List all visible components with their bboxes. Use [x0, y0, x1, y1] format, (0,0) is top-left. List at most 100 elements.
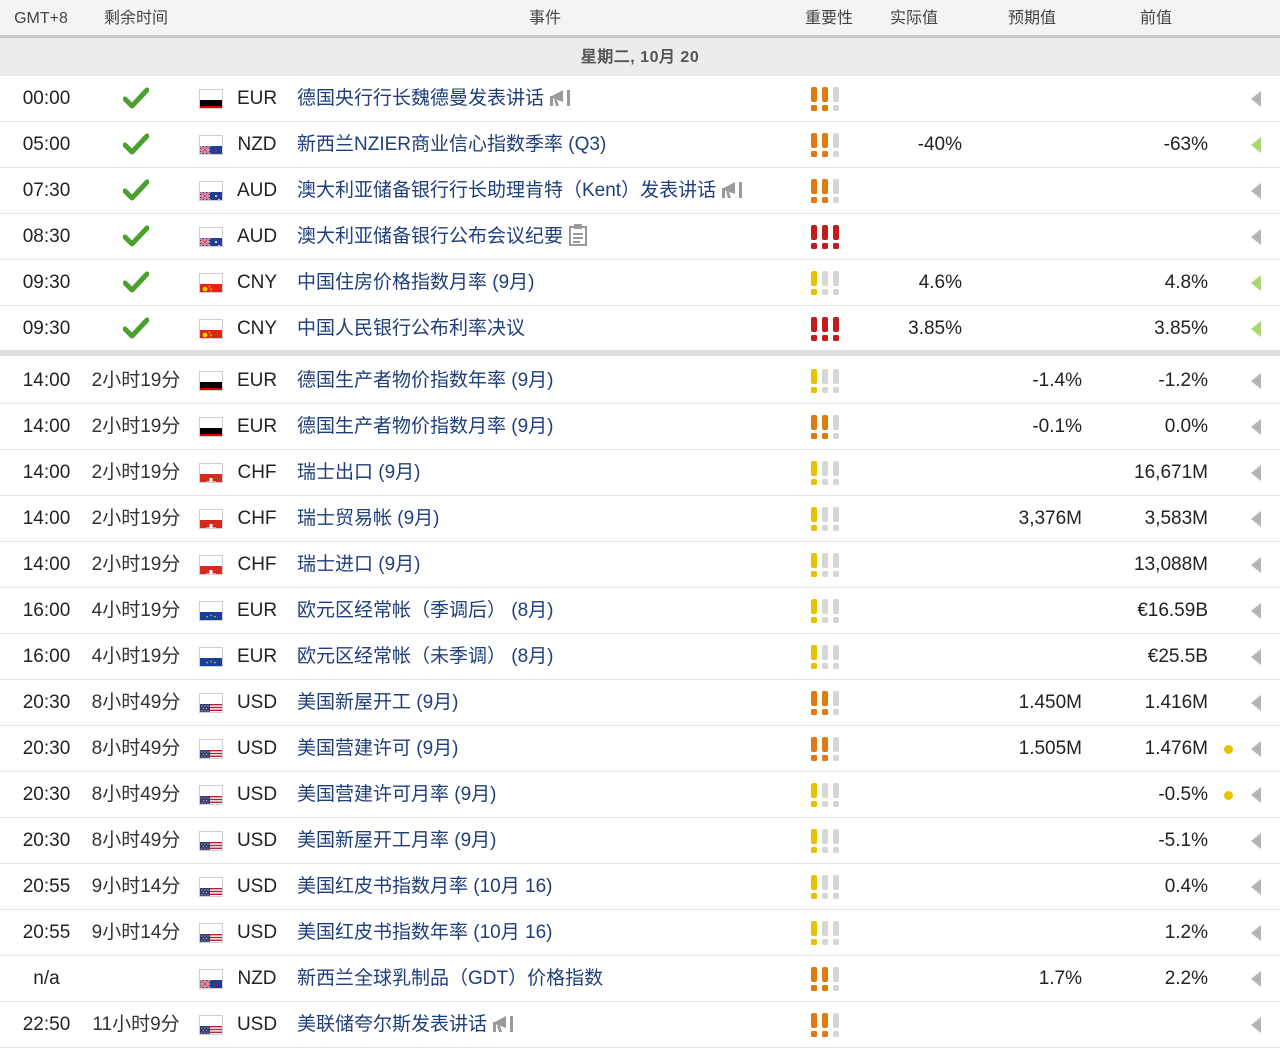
expand-arrow-icon[interactable]	[1250, 404, 1266, 450]
event-title[interactable]: 德国央行行长魏德曼发表讲话	[297, 88, 544, 109]
event-title[interactable]: 新西兰全球乳制品（GDT）价格指数	[297, 968, 603, 989]
event-title[interactable]: 新西兰NZIER商业信心指数季率 (Q3)	[297, 134, 606, 155]
event-name[interactable]: 德国生产者物价指数年率 (9月)	[297, 358, 797, 404]
event-title[interactable]: 瑞士贸易帐 (9月)	[297, 508, 440, 529]
expand-arrow-icon[interactable]	[1250, 168, 1266, 214]
event-title[interactable]: 澳大利亚储备银行行长助理肯特（Kent）发表讲话	[297, 180, 716, 201]
time-remaining: 2小时19分	[91, 416, 181, 437]
header-timezone[interactable]: GMT+8	[0, 0, 82, 38]
table-row[interactable]: n/a NZD 新西兰全球乳制品（GDT）价格指数 1.7% 2.2%	[0, 956, 1280, 1002]
event-name[interactable]: 澳大利亚储备银行公布会议纪要	[297, 214, 797, 260]
event-name[interactable]: 美国红皮书指数年率 (10月 16)	[297, 910, 797, 956]
event-name[interactable]: 德国生产者物价指数月率 (9月)	[297, 404, 797, 450]
previous-value: 2.2%	[1164, 968, 1208, 989]
event-title[interactable]: 美国红皮书指数年率 (10月 16)	[297, 922, 552, 943]
expand-arrow-icon[interactable]	[1250, 306, 1266, 352]
event-name[interactable]: 德国央行行长魏德曼发表讲话	[297, 76, 797, 122]
event-name[interactable]: 美国新屋开工月率 (9月)	[297, 818, 797, 864]
table-row[interactable]: 14:00 2小时19分 CHF 瑞士出口 (9月) 16,671M	[0, 450, 1280, 496]
expand-arrow-icon[interactable]	[1250, 260, 1266, 306]
event-title[interactable]: 欧元区经常帐（未季调） (8月)	[297, 646, 554, 667]
table-row[interactable]: 14:00 2小时19分 CHF 瑞士贸易帐 (9月) 3,376M 3,583M	[0, 496, 1280, 542]
event-name[interactable]: 欧元区经常帐（季调后） (8月)	[297, 588, 797, 634]
table-row[interactable]: 14:00 2小时19分 EUR 德国生产者物价指数年率 (9月) -1.4% -1.2%	[0, 358, 1280, 404]
currency-code: EUR	[236, 600, 278, 621]
previous-value: -0.5%	[1158, 784, 1208, 805]
event-title[interactable]: 瑞士进口 (9月)	[297, 554, 421, 575]
expand-arrow-icon[interactable]	[1250, 122, 1266, 168]
event-title[interactable]: 中国人民银行公布利率决议	[297, 318, 525, 339]
event-name[interactable]: 新西兰NZIER商业信心指数季率 (Q3)	[297, 122, 797, 168]
flag-ch-icon	[200, 542, 222, 588]
event-title[interactable]: 美国营建许可 (9月)	[297, 738, 459, 759]
expand-arrow-icon[interactable]	[1250, 214, 1266, 260]
expand-arrow-icon[interactable]	[1250, 358, 1266, 404]
event-name[interactable]: 美国营建许可 (9月)	[297, 726, 797, 772]
table-row[interactable]: 08:30 AUD 澳大利亚储备银行公布会议纪要	[0, 214, 1280, 260]
expand-arrow-icon[interactable]	[1250, 634, 1266, 680]
table-row[interactable]: 14:00 2小时19分 CHF 瑞士进口 (9月) 13,088M	[0, 542, 1280, 588]
event-title[interactable]: 美国新屋开工 (9月)	[297, 692, 459, 713]
expand-arrow-icon[interactable]	[1250, 680, 1266, 726]
event-name[interactable]: 澳大利亚储备银行行长助理肯特（Kent）发表讲话	[297, 168, 797, 214]
table-row[interactable]: 16:00 4小时19分 EUR 欧元区经常帐（未季调） (8月) €25.5B	[0, 634, 1280, 680]
currency-code: CHF	[237, 462, 277, 483]
event-name[interactable]: 美国红皮书指数月率 (10月 16)	[297, 864, 797, 910]
table-row[interactable]: 20:30 8小时49分 USD 美国营建许可 (9月) 1.505M 1.476M	[0, 726, 1280, 772]
table-row[interactable]: 22:50 11小时9分 USD 美联储夸尔斯发表讲话	[0, 1002, 1280, 1048]
expand-arrow-icon[interactable]	[1250, 588, 1266, 634]
table-row[interactable]: 09:30 CNY 中国住房价格指数月率 (9月) 4.6% 4.8%	[0, 260, 1280, 306]
previous-value	[1086, 214, 1208, 260]
event-name[interactable]: 美国营建许可月率 (9月)	[297, 772, 797, 818]
event-title[interactable]: 美国红皮书指数月率 (10月 16)	[297, 876, 552, 897]
table-row[interactable]: 20:30 8小时49分 USD 美国新屋开工 (9月) 1.450M 1.416M	[0, 680, 1280, 726]
event-title[interactable]: 美国营建许可月率 (9月)	[297, 784, 497, 805]
expand-arrow-icon[interactable]	[1250, 772, 1266, 818]
table-row[interactable]: 20:30 8小时49分 USD 美国营建许可月率 (9月) -0.5%	[0, 772, 1280, 818]
checkmark-icon	[118, 122, 154, 168]
time-remaining: 9小时14分	[91, 922, 181, 943]
event-title[interactable]: 瑞士出口 (9月)	[297, 462, 421, 483]
table-row[interactable]: 09:30 CNY 中国人民银行公布利率决议 3.85% 3.85%	[0, 306, 1280, 352]
event-time: 20:30	[22, 830, 71, 851]
expand-arrow-icon[interactable]	[1250, 864, 1266, 910]
forecast-value: 1.7%	[1038, 968, 1082, 989]
table-row[interactable]: 16:00 4小时19分 EUR 欧元区经常帐（季调后） (8月) €16.59B	[0, 588, 1280, 634]
event-name[interactable]: 美国新屋开工 (9月)	[297, 680, 797, 726]
currency-code: USD	[236, 784, 278, 805]
event-title[interactable]: 美联储夸尔斯发表讲话	[297, 1014, 487, 1035]
table-row[interactable]: 20:55 9小时14分 USD 美国红皮书指数年率 (10月 16) 1.2%	[0, 910, 1280, 956]
event-name[interactable]: 瑞士出口 (9月)	[297, 450, 797, 496]
expand-arrow-icon[interactable]	[1250, 450, 1266, 496]
event-name[interactable]: 欧元区经常帐（未季调） (8月)	[297, 634, 797, 680]
event-title[interactable]: 澳大利亚储备银行公布会议纪要	[297, 226, 563, 247]
expand-arrow-icon[interactable]	[1250, 818, 1266, 864]
expand-arrow-icon[interactable]	[1250, 496, 1266, 542]
event-name[interactable]: 新西兰全球乳制品（GDT）价格指数	[297, 956, 797, 1002]
expand-arrow-icon[interactable]	[1250, 542, 1266, 588]
table-row[interactable]: 05:00 NZD 新西兰NZIER商业信心指数季率 (Q3) -40% -63%	[0, 122, 1280, 168]
event-title[interactable]: 美国新屋开工月率 (9月)	[297, 830, 497, 851]
table-row[interactable]: 20:55 9小时14分 USD 美国红皮书指数月率 (10月 16) 0.4%	[0, 864, 1280, 910]
event-name[interactable]: 瑞士进口 (9月)	[297, 542, 797, 588]
table-row[interactable]: 14:00 2小时19分 EUR 德国生产者物价指数月率 (9月) -0.1% 0.0%	[0, 404, 1280, 450]
event-name[interactable]: 中国人民银行公布利率决议	[297, 306, 797, 352]
event-title[interactable]: 德国生产者物价指数月率 (9月)	[297, 416, 554, 437]
table-row[interactable]: 20:30 8小时49分 USD 美国新屋开工月率 (9月) -5.1%	[0, 818, 1280, 864]
event-title[interactable]: 中国住房价格指数月率 (9月)	[297, 272, 535, 293]
expand-arrow-icon[interactable]	[1250, 726, 1266, 772]
expand-arrow-icon[interactable]	[1250, 956, 1266, 1002]
expand-arrow-icon[interactable]	[1250, 910, 1266, 956]
event-name[interactable]: 瑞士贸易帐 (9月)	[297, 496, 797, 542]
expand-arrow-icon[interactable]	[1250, 1002, 1266, 1048]
event-title[interactable]: 德国生产者物价指数年率 (9月)	[297, 370, 554, 391]
event-name[interactable]: 美联储夸尔斯发表讲话	[297, 1002, 797, 1048]
table-row[interactable]: 07:30 AUD 澳大利亚储备银行行长助理肯特（Kent）发表讲话	[0, 168, 1280, 214]
table-row[interactable]: 00:00 EUR 德国央行行长魏德曼发表讲话	[0, 76, 1280, 122]
previous-value: 0.4%	[1164, 876, 1208, 897]
expand-arrow-icon[interactable]	[1250, 76, 1266, 122]
event-title[interactable]: 欧元区经常帐（季调后） (8月)	[297, 600, 554, 621]
actual-value	[840, 818, 962, 864]
time-remaining: 2小时19分	[91, 462, 181, 483]
event-name[interactable]: 中国住房价格指数月率 (9月)	[297, 260, 797, 306]
